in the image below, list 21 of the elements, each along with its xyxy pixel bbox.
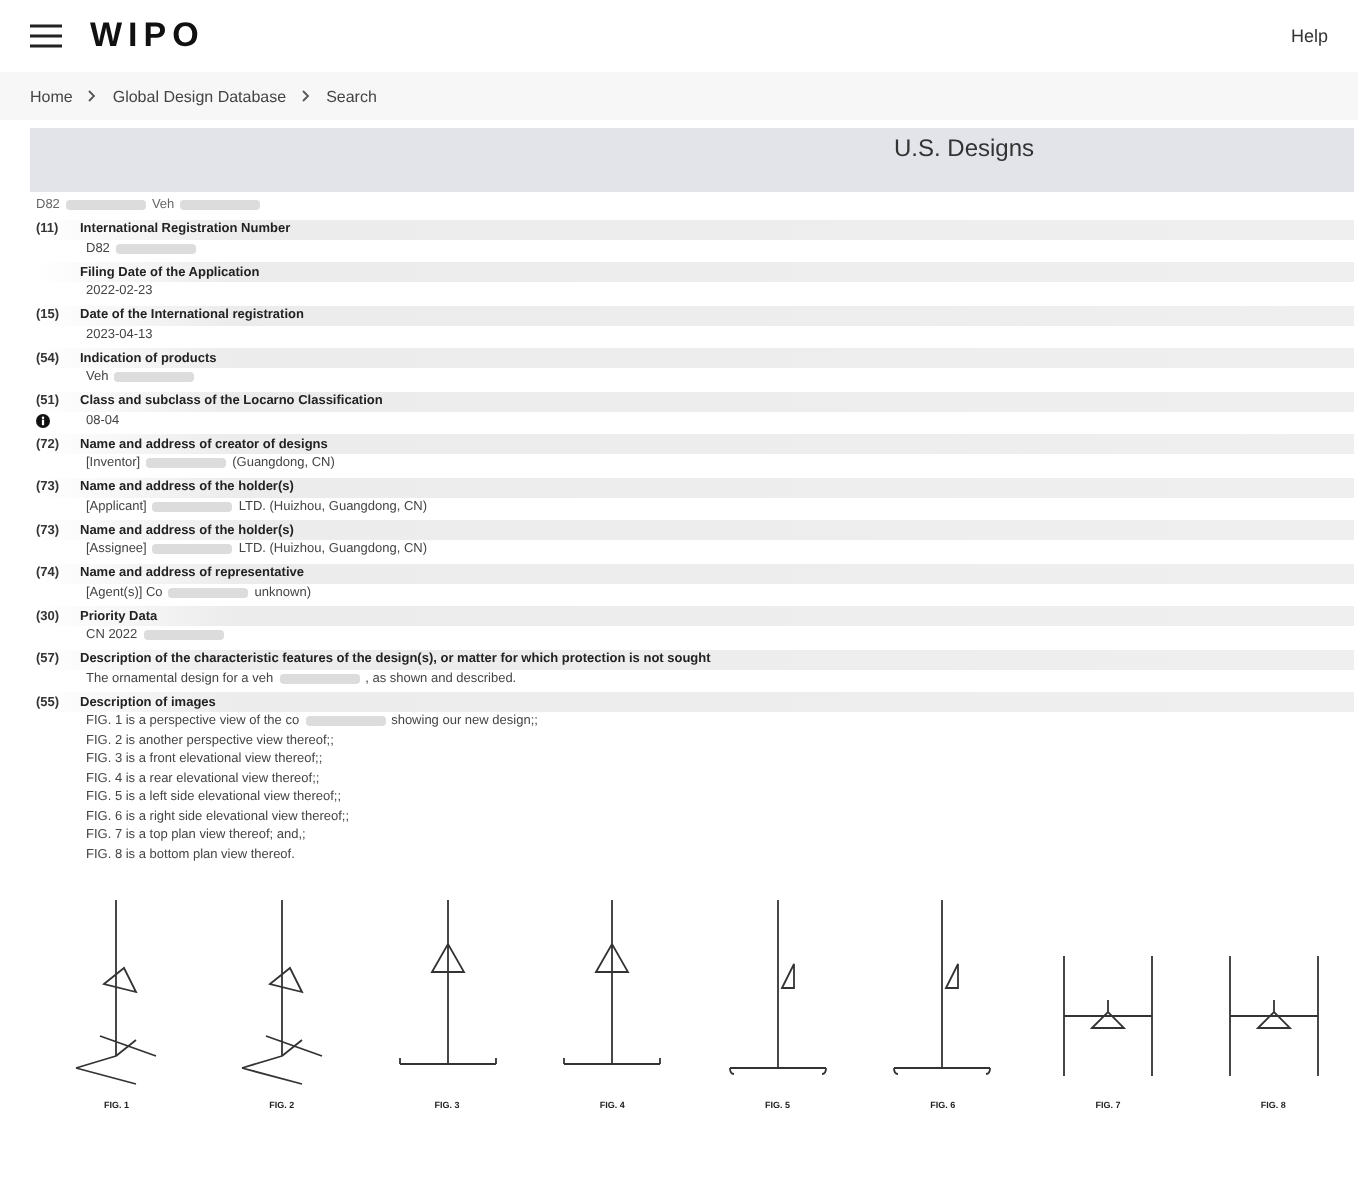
help-link[interactable]: Help [1290,26,1328,46]
banner-title: U.S. Designs [894,134,1035,162]
blurred-text [168,587,249,598]
blurred-text [115,243,196,254]
blurred-text [65,200,146,211]
blurred-text [180,200,261,211]
menu-icon[interactable] [30,24,62,48]
breadcrumb-link[interactable]: Home [30,87,73,105]
blurred-text [143,630,224,641]
wipo-logo[interactable]: WIPO [90,16,205,56]
breadcrumb-link[interactable]: Search [326,87,377,105]
blurred-text [152,544,233,555]
blurred-text [146,458,227,469]
info-icon[interactable] [36,413,50,428]
chevron-icon [302,90,311,102]
chevron-icon [88,90,97,102]
blurred-text [279,673,360,684]
blurred-text [152,501,233,512]
blurred-text [305,716,386,727]
blurred-text [114,372,195,383]
breadcrumb-link[interactable]: Global Design Database [112,87,287,105]
